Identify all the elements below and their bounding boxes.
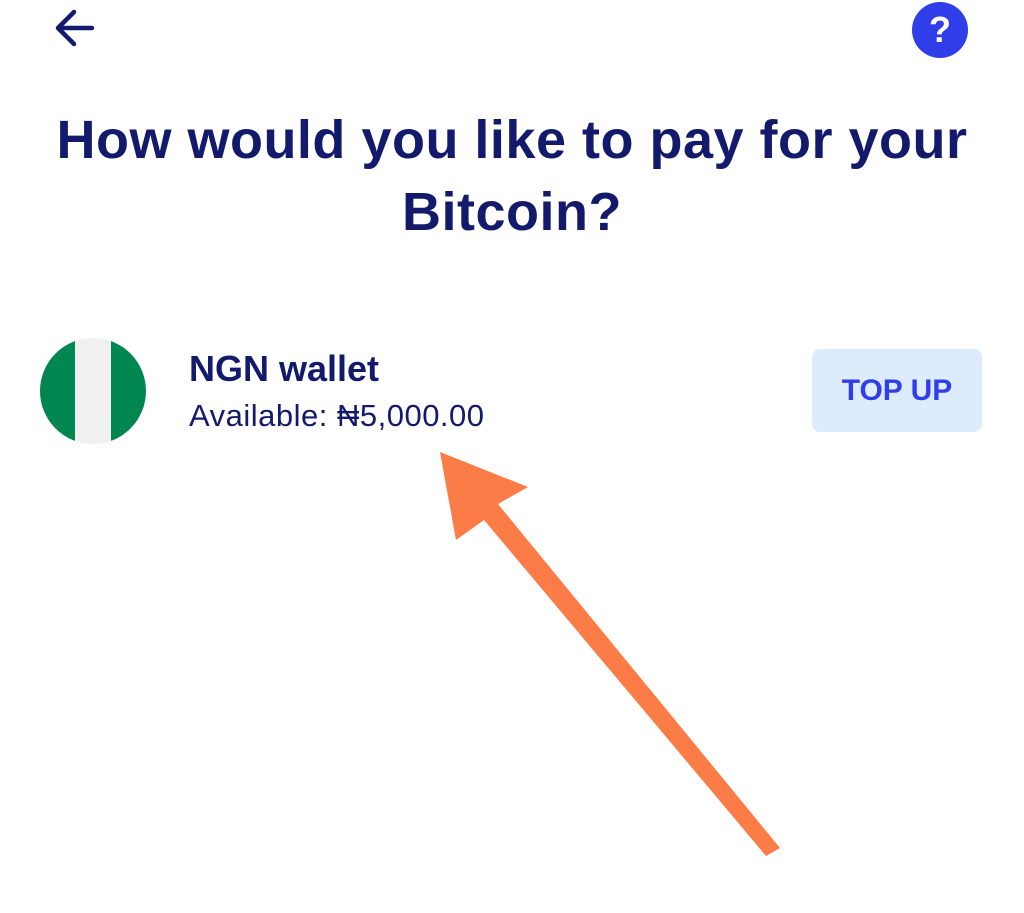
help-button[interactable]: ? xyxy=(912,2,968,58)
question-mark-icon: ? xyxy=(929,9,951,50)
back-button[interactable] xyxy=(44,2,104,54)
nigeria-flag-icon xyxy=(40,338,146,444)
arrow-left-icon xyxy=(55,9,95,47)
top-up-button[interactable]: TOP UP xyxy=(812,349,982,432)
page-title: How would you like to pay for your Bitco… xyxy=(56,110,968,242)
wallet-balance: Available: ₦5,000.00 xyxy=(189,398,485,433)
ngn-wallet-option[interactable]: NGN wallet Available: ₦5,000.00 TOP UP xyxy=(40,336,984,446)
annotation-arrow-shape xyxy=(440,452,780,856)
wallet-name: NGN wallet xyxy=(189,348,380,389)
